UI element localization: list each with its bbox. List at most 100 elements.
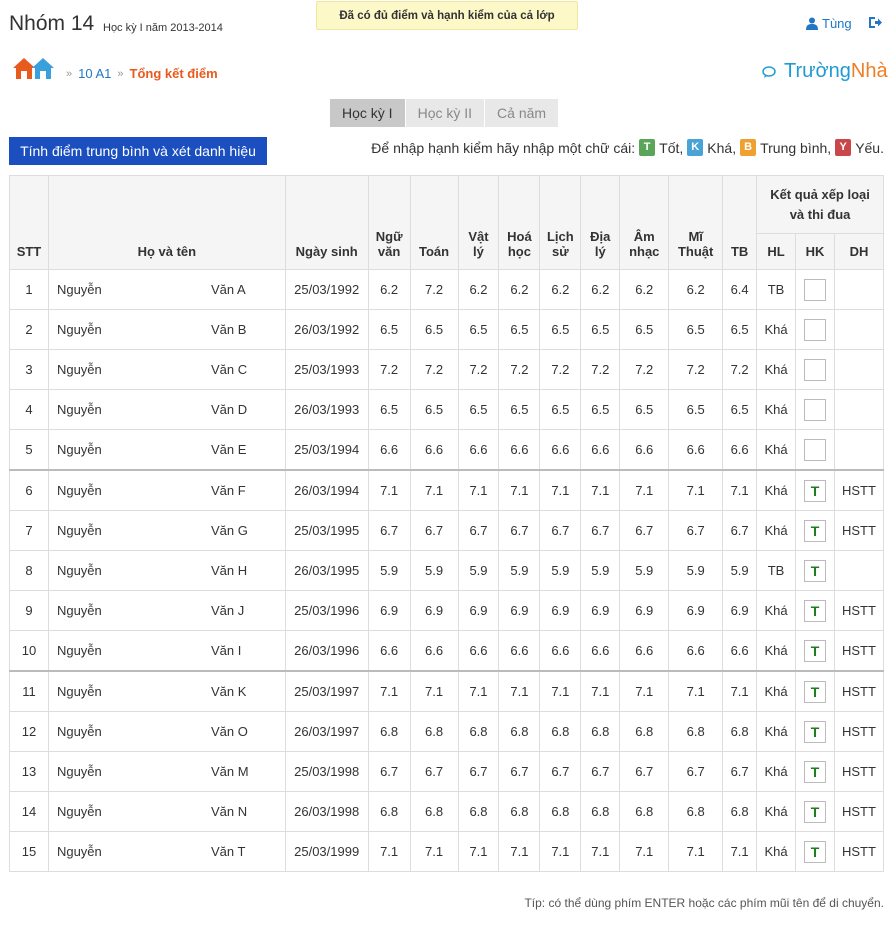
score-cell[interactable]: 7.1 (409, 469, 459, 511)
score-cell[interactable]: 5.9 (539, 550, 582, 591)
logout-button[interactable] (868, 15, 883, 34)
score-cell[interactable]: 5.9 (619, 550, 670, 591)
score-cell[interactable]: 7.1 (580, 831, 621, 872)
score-cell[interactable]: 7.1 (409, 831, 459, 872)
score-cell[interactable]: 6.6 (619, 630, 670, 672)
score-cell[interactable]: 5.9 (409, 550, 459, 591)
score-cell[interactable]: 7.1 (580, 670, 621, 712)
score-cell[interactable]: 5.9 (580, 550, 621, 591)
score-cell[interactable]: 6.8 (457, 711, 500, 752)
score-cell[interactable]: 7.2 (668, 349, 724, 390)
score-cell[interactable]: 6.5 (457, 389, 500, 430)
score-cell[interactable]: 6.5 (539, 389, 582, 430)
score-cell[interactable]: 6.6 (668, 630, 724, 672)
score-cell[interactable]: 6.6 (668, 429, 724, 471)
score-cell[interactable]: 7.2 (409, 269, 459, 310)
conduct-input[interactable]: T (803, 680, 826, 703)
score-cell[interactable]: 6.8 (619, 711, 670, 752)
score-cell[interactable]: 6.2 (457, 269, 500, 310)
score-cell[interactable]: 6.7 (619, 510, 670, 551)
score-cell[interactable]: 6.5 (619, 389, 670, 430)
score-cell[interactable]: 6.5 (580, 309, 621, 350)
score-cell[interactable]: 6.8 (619, 791, 670, 832)
conduct-input[interactable] (803, 358, 826, 381)
score-cell[interactable]: 6.6 (580, 429, 621, 471)
score-cell[interactable]: 7.2 (539, 349, 582, 390)
score-cell[interactable]: 6.7 (580, 751, 621, 792)
score-cell[interactable]: 7.1 (668, 469, 724, 511)
score-cell[interactable]: 6.8 (498, 791, 541, 832)
score-cell[interactable]: 6.5 (619, 309, 670, 350)
score-cell[interactable]: 6.6 (498, 429, 541, 471)
score-cell[interactable]: 6.7 (580, 510, 621, 551)
conduct-input[interactable] (803, 318, 826, 341)
score-cell[interactable]: 6.8 (367, 791, 411, 832)
score-cell[interactable]: 6.9 (367, 590, 411, 631)
score-cell[interactable]: 5.9 (457, 550, 500, 591)
score-cell[interactable]: 6.8 (580, 791, 621, 832)
score-cell[interactable]: 7.2 (498, 349, 541, 390)
score-cell[interactable]: 7.1 (367, 469, 411, 511)
score-cell[interactable]: 6.5 (498, 309, 541, 350)
breadcrumb-class-link[interactable]: 10 A1 (78, 66, 111, 81)
score-cell[interactable]: 6.9 (409, 590, 459, 631)
score-cell[interactable]: 6.6 (457, 429, 500, 471)
score-cell[interactable]: 6.5 (539, 309, 582, 350)
score-cell[interactable]: 6.5 (580, 389, 621, 430)
score-cell[interactable]: 7.1 (457, 670, 500, 712)
score-cell[interactable]: 6.6 (539, 630, 582, 672)
score-cell[interactable]: 6.9 (619, 590, 670, 631)
score-cell[interactable]: 6.5 (498, 389, 541, 430)
score-cell[interactable]: 6.5 (409, 389, 459, 430)
score-cell[interactable]: 7.1 (619, 670, 670, 712)
tab-term-2[interactable]: Học kỳ II (405, 99, 485, 127)
score-cell[interactable]: 6.7 (367, 510, 411, 551)
score-cell[interactable]: 7.2 (409, 349, 459, 390)
score-cell[interactable]: 6.7 (539, 510, 582, 551)
score-cell[interactable]: 6.2 (668, 269, 724, 310)
score-cell[interactable]: 6.9 (457, 590, 500, 631)
conduct-input[interactable]: T (803, 479, 826, 502)
score-cell[interactable]: 6.8 (457, 791, 500, 832)
score-cell[interactable]: 6.7 (457, 510, 500, 551)
score-cell[interactable]: 7.1 (668, 831, 724, 872)
score-cell[interactable]: 6.7 (498, 510, 541, 551)
score-cell[interactable]: 6.8 (367, 711, 411, 752)
conduct-input[interactable] (803, 438, 826, 461)
score-cell[interactable]: 6.7 (619, 751, 670, 792)
score-cell[interactable]: 7.2 (580, 349, 621, 390)
conduct-input[interactable]: T (803, 519, 826, 542)
score-cell[interactable]: 6.7 (498, 751, 541, 792)
score-cell[interactable]: 6.2 (580, 269, 621, 310)
score-cell[interactable]: 6.8 (668, 711, 724, 752)
conduct-input[interactable]: T (803, 559, 826, 582)
score-cell[interactable]: 7.1 (619, 831, 670, 872)
score-cell[interactable]: 5.9 (668, 550, 724, 591)
score-cell[interactable]: 6.5 (668, 309, 724, 350)
score-cell[interactable]: 6.2 (498, 269, 541, 310)
score-cell[interactable]: 7.1 (367, 670, 411, 712)
score-cell[interactable]: 6.8 (409, 711, 459, 752)
user-menu[interactable]: Tùng (806, 16, 852, 31)
brand-logo[interactable]: TrườngNhà (762, 60, 888, 83)
conduct-input[interactable] (803, 278, 826, 301)
score-cell[interactable]: 6.6 (409, 630, 459, 672)
score-cell[interactable]: 6.7 (409, 510, 459, 551)
score-cell[interactable]: 6.2 (539, 269, 582, 310)
score-cell[interactable]: 6.5 (367, 389, 411, 430)
score-cell[interactable]: 7.1 (457, 831, 500, 872)
score-cell[interactable]: 6.7 (539, 751, 582, 792)
score-cell[interactable]: 6.9 (539, 590, 582, 631)
conduct-input[interactable]: T (803, 720, 826, 743)
score-cell[interactable]: 6.6 (619, 429, 670, 471)
score-cell[interactable]: 7.1 (668, 670, 724, 712)
score-cell[interactable]: 6.8 (539, 791, 582, 832)
conduct-input[interactable]: T (803, 599, 826, 622)
score-cell[interactable]: 6.7 (409, 751, 459, 792)
score-cell[interactable]: 6.8 (498, 711, 541, 752)
score-cell[interactable]: 6.7 (668, 751, 724, 792)
tab-term-3[interactable]: Cả năm (485, 99, 559, 127)
score-cell[interactable]: 7.1 (498, 670, 541, 712)
conduct-input[interactable]: T (803, 639, 826, 662)
score-cell[interactable]: 6.6 (409, 429, 459, 471)
